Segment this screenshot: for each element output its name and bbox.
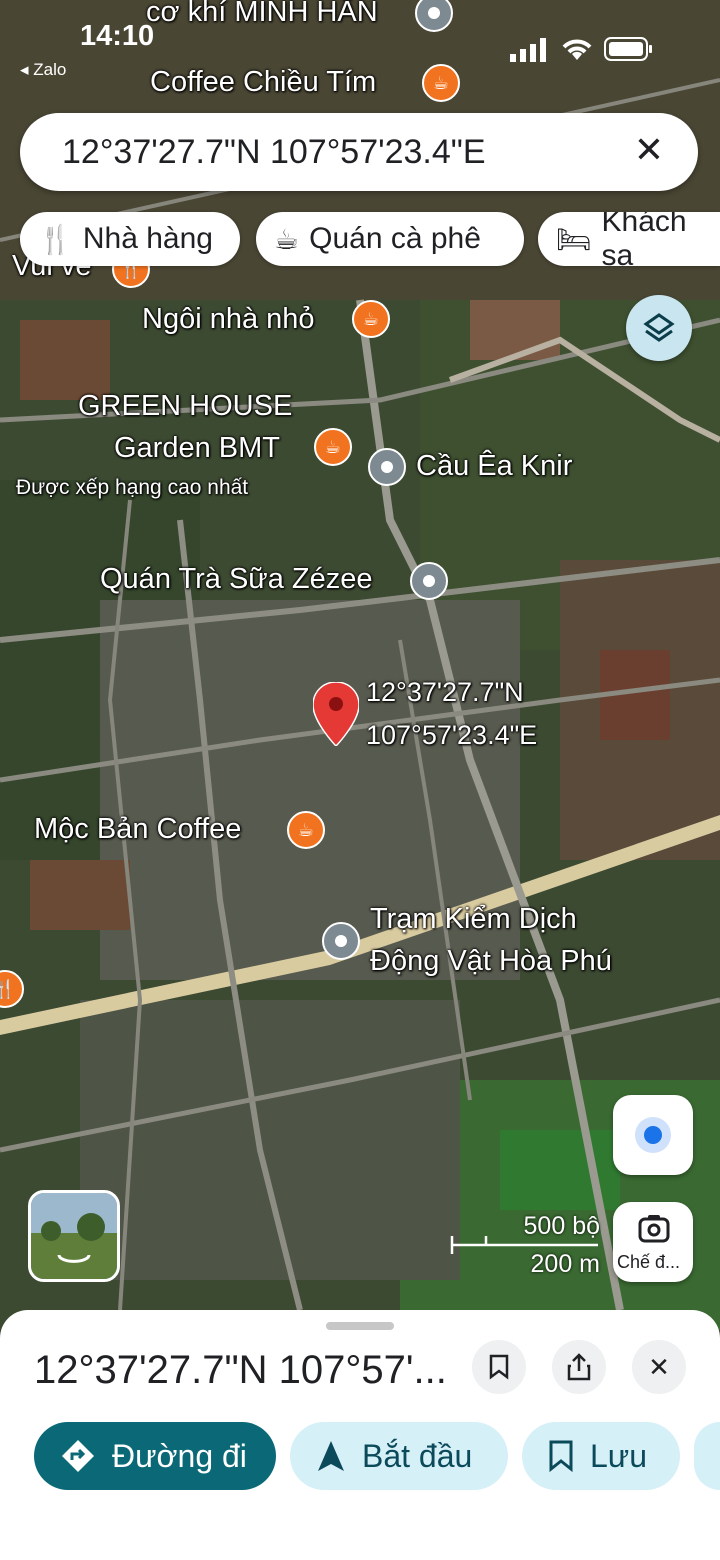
dropped-pin-icon[interactable] [313, 682, 359, 746]
bookmark-icon [489, 1354, 509, 1380]
poi-label-moc-ban[interactable]: Mộc Bản Coffee [34, 813, 241, 846]
chip-cafes[interactable]: ☕ Quán cà phê [256, 212, 524, 266]
save-label: Lưu [590, 1437, 648, 1474]
poi-label-coffee-chieu-tim[interactable]: Coffee Chiều Tím [150, 66, 376, 99]
place-pin-icon[interactable] [322, 922, 360, 960]
scale-metric: 200 m [530, 1250, 600, 1278]
chip-label: Quán cà phê [309, 222, 481, 255]
chip-hotels[interactable]: 🛏 Khách sạ [538, 212, 720, 266]
status-bar: 14:10 ◂ Zalo [0, 18, 720, 79]
chip-label: Khách sạ [601, 212, 687, 266]
close-sheet-button[interactable]: ✕ [632, 1340, 686, 1394]
bookmark-icon [549, 1440, 573, 1472]
chip-restaurants[interactable]: 🍴 Nhà hàng [20, 212, 240, 266]
layers-icon [643, 313, 675, 342]
poi-label-tram-kiem-dich-2[interactable]: Động Vật Hòa Phú [370, 945, 612, 978]
wifi-icon [562, 39, 592, 60]
poi-label-ngoi-nha-nho[interactable]: Ngôi nhà nhỏ [142, 303, 315, 336]
start-button[interactable]: Bắt đầu [290, 1422, 508, 1490]
street-view-image [31, 1193, 117, 1279]
signal-icon [510, 38, 546, 62]
pin-lat-label: 12°37'27.7"N [366, 677, 524, 707]
lens-mode-button[interactable]: Chế đ... [613, 1202, 693, 1282]
street-view-thumbnail[interactable] [28, 1190, 120, 1282]
category-chips: 🍴 Nhà hàng ☕ Quán cà phê 🛏 Khách sạ [0, 212, 720, 268]
coffee-pin-icon[interactable]: ☕ [287, 811, 325, 849]
my-location-button[interactable] [613, 1095, 693, 1175]
map-view[interactable]: cơ khí MINH HÂN Coffee Chiều Tím ☕ Vui v… [0, 0, 720, 1330]
place-bottom-sheet[interactable]: 12°37'27.7"N 107°57'... ✕ Đường đi Bắt đ… [0, 1310, 720, 1560]
poi-label-cau-ea-knir[interactable]: Cầu Êa Knir [416, 450, 572, 483]
satellite-imagery [0, 0, 720, 1330]
poi-label-tram-kiem-dich[interactable]: Trạm Kiểm Dịch [370, 903, 577, 936]
poi-label-green-house-2[interactable]: Garden BMT [114, 432, 280, 465]
poi-rating-label: Được xếp hạng cao nhất [16, 476, 249, 499]
chip-label: Nhà hàng [82, 222, 213, 255]
directions-label: Đường đi [112, 1437, 247, 1474]
save-button[interactable]: Lưu [522, 1422, 680, 1490]
battery-icon [604, 37, 652, 61]
lens-mode-label: Chế đ... [617, 1252, 681, 1272]
clear-search-button[interactable]: ✕ [626, 127, 672, 173]
search-query[interactable]: 12°37'27.7"N 107°57'23.4"E [62, 133, 486, 172]
map-scale: 500 bộ 200 m [450, 1212, 610, 1282]
hotel-icon: 🛏 [556, 223, 592, 255]
search-bar[interactable]: 12°37'27.7"N 107°57'23.4"E ✕ [20, 113, 698, 191]
layers-button[interactable] [626, 295, 692, 361]
place-pin-icon[interactable] [410, 562, 448, 600]
place-title: 12°37'27.7"N 107°57'... [34, 1348, 447, 1392]
save-icon-button[interactable] [472, 1340, 526, 1394]
poi-label-green-house[interactable]: GREEN HOUSE [78, 390, 292, 423]
directions-icon [62, 1440, 94, 1472]
bridge-pin-icon[interactable] [368, 448, 406, 486]
navigation-arrow-icon [318, 1441, 344, 1471]
share-button[interactable] [552, 1340, 606, 1394]
camera-lens-icon [638, 1215, 670, 1243]
directions-button[interactable]: Đường đi [34, 1422, 276, 1490]
clock: 14:10 [80, 20, 155, 52]
share-icon [567, 1353, 591, 1381]
start-label: Bắt đầu [362, 1437, 473, 1474]
poi-label-tra-sua[interactable]: Quán Trà Sữa Zézee [100, 563, 373, 596]
coffee-pin-icon[interactable]: ☕ [422, 64, 460, 102]
coffee-pin-icon[interactable]: ☕ [314, 428, 352, 466]
drag-handle[interactable] [326, 1322, 394, 1330]
close-icon: ✕ [648, 1351, 670, 1382]
more-actions-button[interactable] [694, 1422, 720, 1490]
restaurant-icon: 🍴 [38, 223, 73, 255]
coffee-pin-icon[interactable]: ☕ [352, 300, 390, 338]
pin-lng-label: 107°57'23.4"E [366, 720, 538, 750]
back-to-app-link[interactable]: ◂ Zalo [20, 60, 66, 80]
location-dot-icon [635, 1117, 671, 1153]
coffee-icon: ☕ [274, 223, 300, 255]
